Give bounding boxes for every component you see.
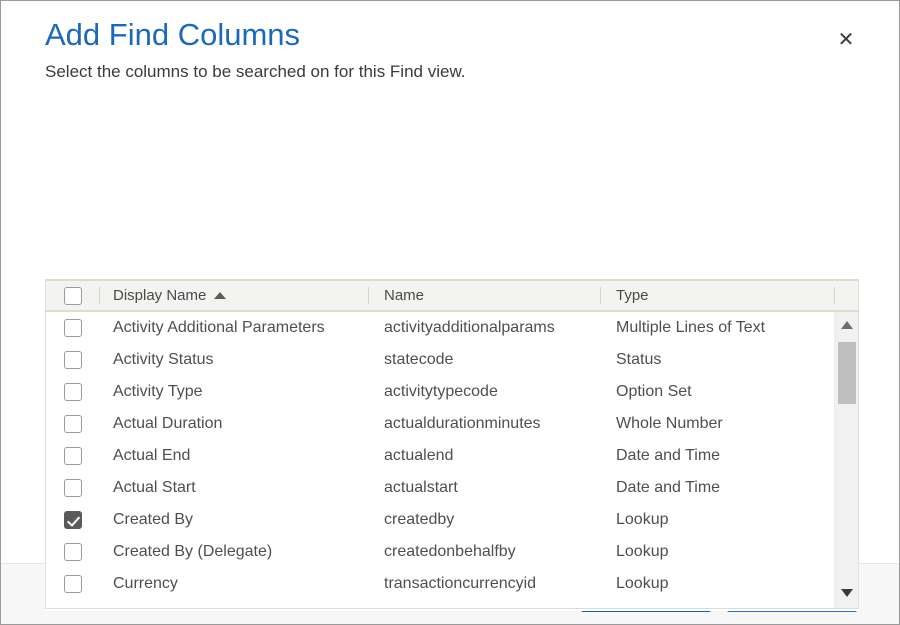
table-row[interactable]: Actual DurationactualdurationminutesWhol… [46,408,834,440]
column-divider [368,287,369,304]
grid-rows: Activity Additional Parametersactivityad… [46,312,834,608]
cell-display-name: Actual End [99,440,368,472]
row-checkbox[interactable] [64,319,82,337]
table-row[interactable]: Created BycreatedbyLookup [46,504,834,536]
page-title: Add Find Columns [45,15,855,55]
cell-name: actualdurationminutes [368,408,600,440]
triangle-up-icon [841,321,853,329]
column-divider [834,287,835,304]
cell-display-name: Activity Type [99,376,368,408]
row-checkbox[interactable] [64,383,82,401]
cell-display-name: Created By [99,504,368,536]
cell-type: Whole Number [600,408,834,440]
table-row[interactable]: Actual EndactualendDate and Time [46,440,834,472]
column-divider [99,287,100,304]
table-row[interactable]: Activity StatusstatecodeStatus [46,344,834,376]
sort-ascending-icon [214,292,226,299]
row-select-cell[interactable] [46,376,99,408]
row-checkbox[interactable] [64,479,82,497]
column-header-display-name[interactable]: Display Name [99,281,368,310]
cell-name: actualstart [368,472,600,504]
cell-display-name: Actual Start [99,472,368,504]
cell-display-name: Actual Duration [99,408,368,440]
row-checkbox[interactable] [64,447,82,465]
column-header-display-name-label: Display Name [113,287,206,304]
cell-type: Lookup [600,504,834,536]
cell-type: Lookup [600,568,834,600]
row-checkbox[interactable] [64,415,82,433]
grid-body: Activity Additional Parametersactivityad… [45,312,859,609]
row-checkbox[interactable] [64,511,82,529]
row-select-cell[interactable] [46,408,99,440]
column-header-type-label: Type [616,287,649,304]
cell-name: actualend [368,440,600,472]
dialog-header: Add Find Columns Select the columns to b… [1,1,899,85]
scroll-down-arrow-icon[interactable] [835,582,858,604]
cell-type: Date and Time [600,472,834,504]
cell-name: transactioncurrencyid [368,568,600,600]
cell-type: Multiple Lines of Text [600,312,834,344]
table-row[interactable]: Activity Additional Parametersactivityad… [46,312,834,344]
dialog-body: Display Name Name Type Activity Addition… [1,85,899,563]
row-checkbox[interactable] [64,575,82,593]
grid-header-row: Display Name Name Type [45,279,859,312]
columns-grid: Display Name Name Type Activity Addition… [45,279,859,611]
cell-name: createdonbehalfby [368,536,600,568]
triangle-down-icon [841,589,853,597]
select-all-checkbox[interactable] [64,287,82,305]
cell-type: Date and Time [600,440,834,472]
scroll-up-arrow-icon[interactable] [835,314,858,336]
table-row[interactable]: Created By (Delegate)createdonbehalfbyLo… [46,536,834,568]
column-header-name[interactable]: Name [368,281,600,310]
column-header-name-label: Name [384,287,424,304]
cell-name: createdby [368,504,600,536]
cell-display-name: Activity Additional Parameters [99,312,368,344]
table-row[interactable]: Activity TypeactivitytypecodeOption Set [46,376,834,408]
cell-name: activitytypecode [368,376,600,408]
close-icon[interactable]: ✕ [831,25,861,55]
cell-type: Lookup [600,536,834,568]
select-all-header-cell[interactable] [46,281,99,310]
row-checkbox[interactable] [64,351,82,369]
row-select-cell[interactable] [46,440,99,472]
cell-name: statecode [368,344,600,376]
column-divider [600,287,601,304]
row-select-cell[interactable] [46,504,99,536]
table-row[interactable]: Actual StartactualstartDate and Time [46,472,834,504]
column-header-type[interactable]: Type [600,281,834,310]
cell-type: Status [600,344,834,376]
table-row[interactable]: CurrencytransactioncurrencyidLookup [46,568,834,600]
cell-display-name: Created By (Delegate) [99,536,368,568]
add-find-columns-dialog: Add Find Columns Select the columns to b… [0,0,900,625]
scrollbar-thumb[interactable] [838,342,856,404]
row-select-cell[interactable] [46,536,99,568]
row-select-cell[interactable] [46,568,99,600]
cell-name: activityadditionalparams [368,312,600,344]
cell-type: Option Set [600,376,834,408]
row-select-cell[interactable] [46,472,99,504]
row-select-cell[interactable] [46,312,99,344]
column-header-filler [834,281,858,310]
cell-display-name: Activity Status [99,344,368,376]
grid-vertical-scrollbar[interactable] [834,312,858,608]
dialog-subtitle: Select the columns to be searched on for… [45,59,855,85]
row-checkbox[interactable] [64,543,82,561]
row-select-cell[interactable] [46,344,99,376]
cell-display-name: Currency [99,568,368,600]
